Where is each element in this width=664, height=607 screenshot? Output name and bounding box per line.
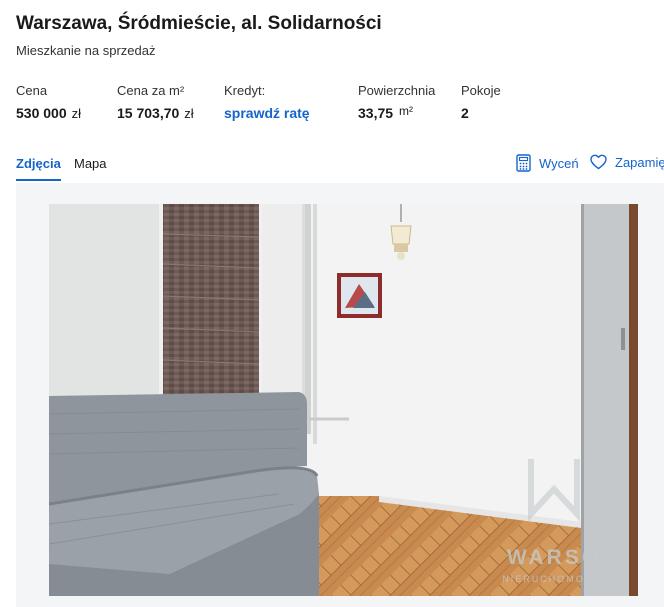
watermark-brand: WARSO [507,546,601,569]
stat-rooms-value: 2 [461,105,469,121]
stat-credit: Kredyt: sprawdź ratę [224,83,310,121]
stat-price-per-m2-value: 15 703,70 zł [117,105,194,121]
listing-title: Warszawa, Śródmieście, al. Solidarności [16,13,382,34]
price-amount: 530 000 [16,105,67,121]
media-tabs: Zdjęcia Mapa Wyceń Zapamiętaj [0,150,664,183]
stat-area-value: 33,75 m² [358,104,435,121]
area-amount: 33,75 [358,105,394,121]
calculator-icon [516,154,531,172]
valuate-button[interactable]: Wyceń [516,154,579,172]
listing-type: Mieszkanie na sprzedaż [16,43,156,58]
stat-price-label: Cena [16,83,48,98]
area-unit: m² [399,104,414,118]
save-button[interactable]: Zapamiętaj [590,154,664,170]
stat-price: Cena 530 000 zł [16,83,81,121]
stat-rooms: Pokoje 2 [461,83,501,121]
stat-area-label: Powierzchnia [358,83,436,98]
price-per-m2-amount: 15 703,70 [117,105,180,121]
stat-rooms-label: Pokoje [461,83,501,98]
stat-credit-label: Kredyt: [224,83,266,98]
price-unit: zł [71,106,81,121]
check-rate-link[interactable]: sprawdź ratę [224,105,310,121]
stat-area: Powierzchnia 33,75 m² [358,83,435,121]
heart-icon [590,154,607,170]
tab-photos[interactable]: Zdjęcia [16,156,61,181]
stat-price-value: 530 000 zł [16,105,81,121]
stat-price-per-m2: Cena za m² 15 703,70 zł [117,83,194,121]
tab-map[interactable]: Mapa [74,156,107,179]
valuate-label: Wyceń [539,155,579,171]
room-photo: WARSO NIERUCHOMOŚCI [49,204,638,596]
stat-price-per-m2-label: Cena za m² [117,83,185,98]
price-per-m2-unit: zł [184,106,194,121]
save-label: Zapamiętaj [615,154,664,170]
watermark-sub: NIERUCHOMOŚCI [502,573,606,584]
listing-photo[interactable]: WARSO NIERUCHOMOŚCI [49,204,638,596]
